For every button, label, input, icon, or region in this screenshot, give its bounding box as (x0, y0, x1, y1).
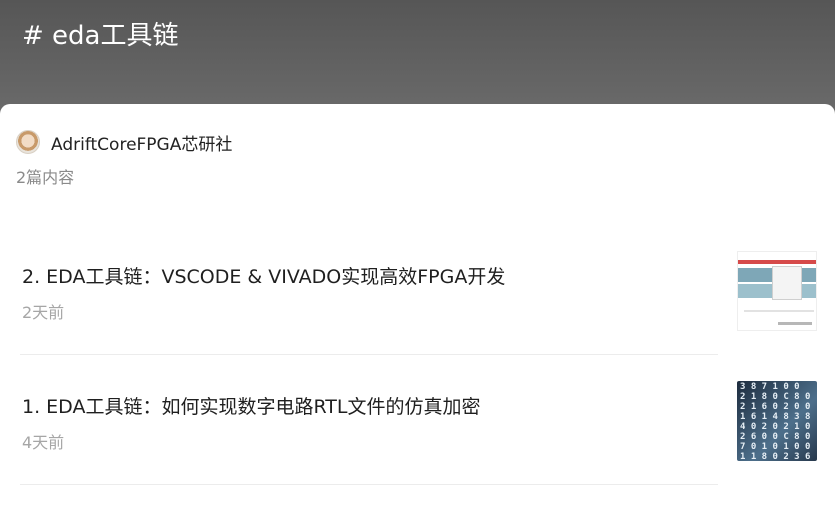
author-info[interactable]: AdriftCoreFPGA芯研社 (16, 128, 232, 156)
article-title[interactable]: 2. EDA工具链：VSCODE & VIVADO实现高效FPGA开发 (22, 262, 505, 289)
article-title[interactable]: 1. EDA工具链：如何实现数字电路RTL文件的仿真加密 (22, 392, 480, 419)
article-item-2[interactable]: 2. EDA工具链：VSCODE & VIVADO实现高效FPGA开发 2天前 (0, 250, 835, 380)
divider (20, 354, 718, 355)
topic-header: # eda工具链 (0, 0, 835, 118)
post-count: 2篇内容 (16, 168, 75, 187)
article-time: 4天前 (22, 433, 65, 452)
author-name[interactable]: AdriftCoreFPGA芯研社 (51, 130, 232, 155)
article-item-1[interactable]: 1. EDA工具链：如何实现数字电路RTL文件的仿真加密 4天前 3 8 7 1… (0, 380, 835, 510)
article-thumbnail[interactable] (737, 251, 817, 331)
divider (20, 484, 718, 485)
article-time: 2天前 (22, 303, 65, 322)
topic-title: # eda工具链 (22, 21, 179, 51)
content-card: AdriftCoreFPGA芯研社 2篇内容 2. EDA工具链：VSCODE … (0, 104, 835, 501)
article-thumbnail[interactable]: 3 8 7 1 0 0 2 1 8 0 C 8 0 2 1 6 0 2 0 0 … (737, 381, 817, 461)
avatar[interactable] (16, 130, 40, 154)
